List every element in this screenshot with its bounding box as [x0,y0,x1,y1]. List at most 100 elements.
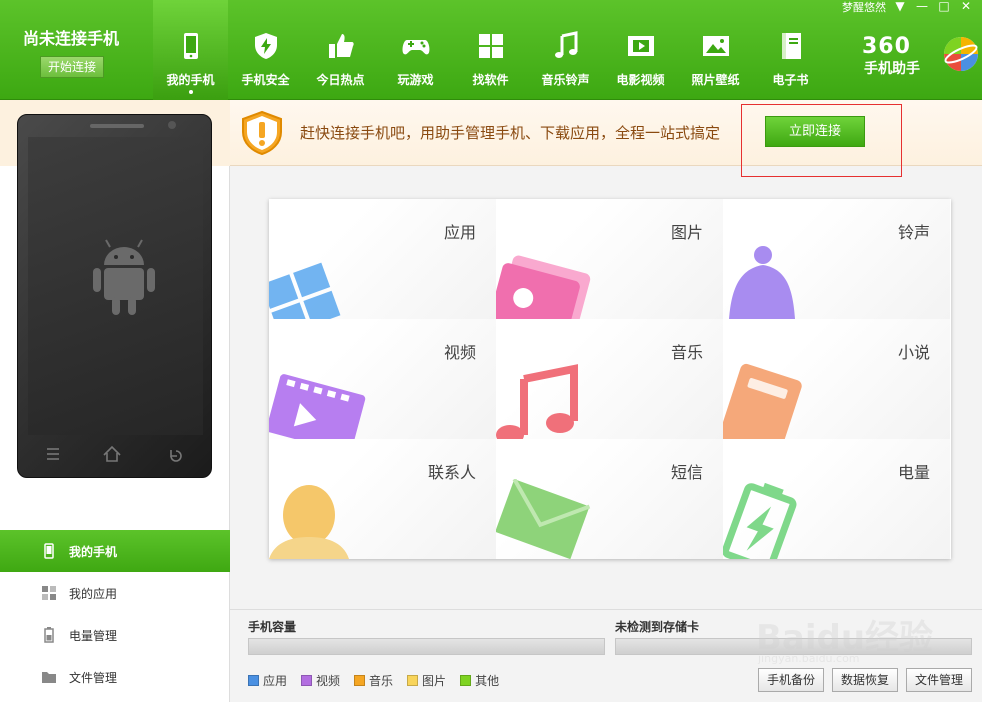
legend-swatch [354,675,366,686]
annotation-highlight-box [741,104,902,177]
bottom-actions: 手机备份 数据恢复 文件管理 [757,668,972,692]
video-tile-icon [269,374,366,439]
tile-battery[interactable]: 电量 [723,439,950,559]
battery-icon [44,627,54,643]
nav-music-ringtones[interactable]: 音乐铃声 [528,0,603,100]
sidebar-item-label: 我的应用 [69,586,118,601]
legend-label: 视频 [316,674,341,688]
legend-label: 图片 [422,674,447,688]
legend-swatch [301,675,313,686]
nav-label: 玩游戏 [397,73,434,87]
sidebar-item-label: 文件管理 [69,670,118,685]
tile-label: 小说 [897,343,930,362]
nav-photos-wallpapers[interactable]: 照片壁纸 [678,0,753,100]
sidebar-item-battery[interactable]: 电量管理 [0,614,230,656]
brand-sub-text: 手机助手 [864,61,920,77]
legend-label: 应用 [263,674,288,688]
storage-legend: 应用 视频 音乐 图片 其他 [248,672,499,689]
minimize-icon[interactable]: — [914,0,930,14]
legend-label: 其他 [475,674,500,688]
nav-find-software[interactable]: 找软件 [453,0,528,100]
legend-item: 其他 [460,672,499,689]
nav-ebooks[interactable]: 电子书 [753,0,828,100]
sidebar-item-my-apps[interactable]: 我的应用 [0,572,230,614]
nav-phone-security[interactable]: 手机安全 [228,0,303,100]
data-restore-button[interactable]: 数据恢复 [831,668,898,692]
sidebar-item-files[interactable]: 文件管理 [0,656,230,698]
status-text: 尚未连接手机 [23,29,120,48]
nav-today-hot[interactable]: 今日热点 [303,0,378,100]
tile-music[interactable]: 音乐 [496,319,723,439]
brand-ball-icon [944,37,978,71]
tile-videos[interactable]: 视频 [269,319,496,439]
nav-label: 手机安全 [241,73,290,87]
tile-novels[interactable]: 小说 [723,319,950,439]
watermark-sub: jingyan.baidu.com [758,652,860,665]
music-tile-icon [496,364,578,439]
nav-label: 照片壁纸 [691,73,740,87]
warning-shield-icon [242,110,282,156]
phone-capacity-title: 手机容量 [248,620,297,634]
close-icon[interactable]: ✕ [958,0,974,14]
legend-item: 应用 [248,672,287,689]
gamepad-icon [402,40,430,55]
battery-tile-icon [723,482,797,559]
brand-logo: 360 手机助手 [862,34,980,78]
nav-label: 音乐铃声 [541,73,590,87]
maximize-icon[interactable]: □ [936,0,952,14]
sidebar-item-label: 电量管理 [69,628,118,643]
phone-keys [47,445,182,462]
phone-capacity-bar [248,638,605,655]
menu-dropdown-icon[interactable]: ▼ [892,0,908,14]
contact-tile-icon [269,485,349,559]
top-header: 尚未连接手机 开始连接 我的手机 手机安全 今日热点 玩游戏 找软件 音乐铃声 … [0,0,982,100]
legend-item: 视频 [301,672,340,689]
legend-swatch [407,675,419,686]
tile-label: 应用 [443,223,476,242]
nav-movies-videos[interactable]: 电影视频 [603,0,678,100]
phone-icon [184,33,198,59]
sd-card-title: 未检测到存储卡 [615,620,700,634]
sidebar-item-my-phone[interactable]: 我的手机 [0,530,230,572]
legend-swatch [248,675,259,686]
tile-sms[interactable]: 短信 [496,439,723,559]
notice-text: 赶快连接手机吧，用助手管理手机、下载应用，全程一站式搞定 [300,124,721,142]
nav-label: 找软件 [472,73,509,87]
book-icon [782,33,801,59]
grid-apps-icon [479,34,503,58]
file-manager-button[interactable]: 文件管理 [905,668,972,692]
folder-icon [42,672,56,683]
connection-status: 尚未连接手机 开始连接 [0,0,153,100]
phone-camera [168,121,176,129]
nav-play-games[interactable]: 玩游戏 [378,0,453,100]
nav-label: 电影视频 [616,73,665,87]
legend-item: 图片 [407,672,446,689]
tile-apps[interactable]: 应用 [269,199,496,319]
watermark: Baidu经验 jingyan.baidu.com [756,596,936,666]
sms-tile-icon [496,479,591,559]
phone-speaker [90,124,144,128]
active-indicator [189,90,193,94]
legend-label: 音乐 [369,674,394,688]
film-icon [628,36,654,56]
brand-360-text: 360 [862,34,911,59]
tile-label: 视频 [443,343,476,362]
window-controls: 梦醒悠然 ▼ — □ ✕ [842,0,982,14]
sidebar-item-label: 我的手机 [69,544,118,559]
feature-grid: 应用 图片 铃声 视频 音乐 小说 联系人 短信 电量 [269,199,951,559]
tile-label: 联系人 [427,463,476,482]
tile-label: 短信 [670,463,703,482]
bell-tile-icon [729,246,795,319]
tile-contacts[interactable]: 联系人 [269,439,496,559]
phone-illustration [17,114,212,478]
user-name[interactable]: 梦醒悠然 [842,0,886,15]
phone-backup-button[interactable]: 手机备份 [757,668,824,692]
tile-photos[interactable]: 图片 [496,199,723,319]
nav-label: 我的手机 [166,73,215,87]
tile-label: 图片 [670,223,703,242]
photo-tile-icon [496,255,591,319]
picture-icon [703,36,729,56]
nav-my-phone[interactable]: 我的手机 [153,0,228,100]
start-connect-button[interactable]: 开始连接 [40,56,104,78]
tile-ringtones[interactable]: 铃声 [723,199,950,319]
